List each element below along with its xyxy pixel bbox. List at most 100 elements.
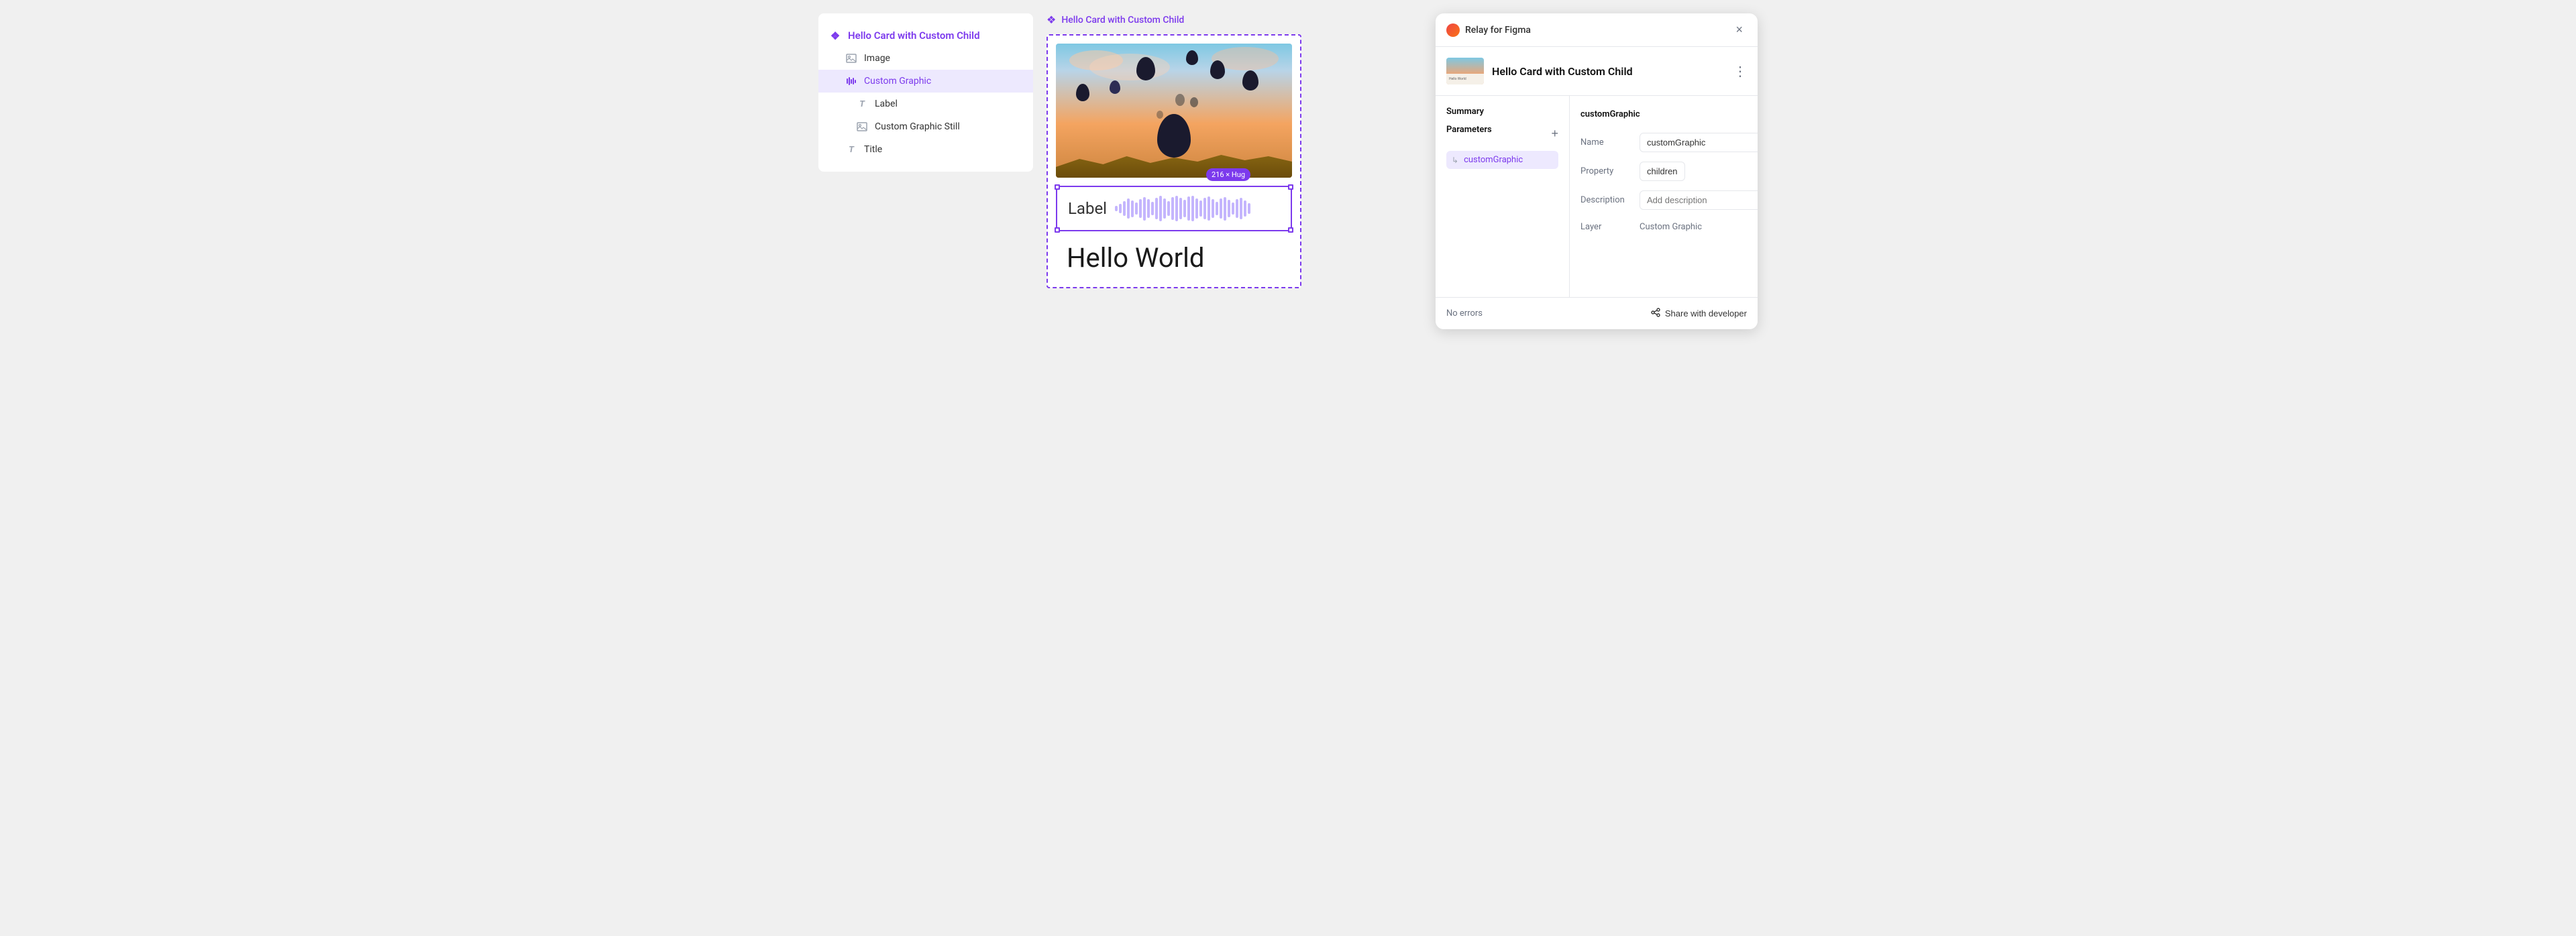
wave-bar — [1248, 203, 1250, 214]
wave-bar — [1159, 196, 1162, 221]
t-icon: T — [856, 98, 868, 110]
name-label: Name — [1580, 137, 1634, 148]
image-still-icon — [856, 121, 868, 133]
hello-world-text: Hello World — [1056, 237, 1292, 279]
size-badge: 216 × Hug — [1206, 168, 1250, 181]
layer-image[interactable]: Image — [818, 47, 1033, 70]
wave-bar — [1216, 202, 1218, 215]
handle-tl — [1055, 184, 1060, 190]
relay-footer: No errors Share with developer — [1436, 297, 1758, 329]
wave-bar — [1224, 197, 1226, 221]
param-item-custom-graphic[interactable]: ↳ customGraphic — [1446, 151, 1558, 169]
property-select-wrapper: children — [1640, 162, 1758, 181]
wave-bar — [1179, 198, 1182, 219]
bars-icon — [845, 75, 857, 87]
relay-left-column: Summary Parameters + ↳ customGraphic — [1436, 96, 1570, 297]
more-button[interactable]: ⋮ — [1733, 63, 1747, 80]
wave-bar — [1236, 199, 1238, 218]
wave-bar — [1119, 204, 1122, 213]
component-header: Hello World Hello Card with Custom Child… — [1436, 47, 1758, 96]
summary-label: Summary — [1446, 107, 1558, 117]
wave-bar — [1167, 201, 1170, 216]
wave-bar — [1199, 200, 1202, 217]
layer-root[interactable]: ❖ Hello Card with Custom Child — [818, 24, 1033, 47]
layer-custom-graphic-still[interactable]: Custom Graphic Still — [818, 115, 1033, 138]
wave-bar — [1131, 200, 1134, 217]
arrow-icon: ↳ — [1452, 156, 1458, 165]
wave-bar — [1139, 199, 1142, 218]
wave-bar — [1203, 198, 1206, 219]
share-label: Share with developer — [1665, 308, 1747, 318]
wave-bar — [1115, 206, 1118, 211]
wave-bar — [1228, 200, 1230, 217]
layer-custom-graphic[interactable]: Custom Graphic — [818, 70, 1033, 93]
wave-bar — [1240, 198, 1242, 219]
relay-header: Relay for Figma × — [1436, 13, 1758, 47]
property-field-row: Property children — [1580, 162, 1758, 181]
component-thumbnail: Hello World — [1446, 58, 1484, 84]
property-select[interactable]: children — [1640, 162, 1685, 181]
param-name-header: customGraphic — [1580, 109, 1640, 119]
no-errors-text: No errors — [1446, 308, 1483, 318]
wave-bar — [1183, 200, 1186, 217]
wave-bar — [1212, 199, 1214, 218]
wave-bar — [1191, 196, 1194, 221]
layer-label[interactable]: T Label — [818, 93, 1033, 115]
wave-bar — [1155, 198, 1158, 219]
param-item-label: customGraphic — [1464, 155, 1523, 165]
parameters-header: Parameters + — [1446, 125, 1558, 143]
diamond-icon: ❖ — [1046, 13, 1056, 26]
label-box: Label 216 × Hug — [1056, 186, 1292, 231]
component-info: Hello Card with Custom Child — [1492, 65, 1733, 78]
share-button[interactable]: Share with developer — [1650, 307, 1747, 320]
close-button[interactable]: × — [1731, 21, 1747, 38]
label-text: Label — [1068, 199, 1107, 218]
wave-bar — [1143, 197, 1146, 221]
add-parameter-button[interactable]: + — [1551, 127, 1558, 141]
wave-bar — [1147, 199, 1150, 218]
canvas-image — [1056, 44, 1292, 178]
parameters-label: Parameters — [1446, 125, 1492, 135]
wave-bar — [1232, 202, 1234, 215]
wave-bar — [1151, 202, 1154, 215]
handle-bl — [1055, 227, 1060, 233]
description-input[interactable] — [1640, 190, 1758, 210]
relay-app-name: Relay for Figma — [1465, 25, 1531, 36]
layer-root-label: Hello Card with Custom Child — [848, 30, 980, 42]
wave-bar — [1135, 202, 1138, 215]
layer-custom-graphic-label: Custom Graphic — [864, 76, 931, 86]
layer-title[interactable]: T Title — [818, 138, 1033, 161]
relay-right-column: customGraphic Name Property ch — [1570, 96, 1758, 297]
wave-bar — [1220, 198, 1222, 219]
relay-body: Summary Parameters + ↳ customGraphic cus… — [1436, 96, 1758, 297]
relay-title: Relay for Figma — [1446, 23, 1531, 37]
layer-label-label: Label — [875, 99, 898, 109]
canvas-title-text: Hello Card with Custom Child — [1061, 15, 1184, 25]
t-title-icon: T — [845, 143, 857, 156]
wave-bar — [1123, 201, 1126, 216]
description-label: Description — [1580, 195, 1634, 205]
wave-bar — [1195, 198, 1198, 219]
layer-label: Layer — [1580, 222, 1634, 232]
description-field-row: Description — [1580, 190, 1758, 210]
name-field-row: Name — [1580, 133, 1758, 152]
share-icon — [1650, 307, 1661, 320]
wave-bar — [1244, 200, 1246, 217]
wave-bar — [1187, 196, 1190, 221]
wave-bar — [1208, 196, 1210, 221]
layer-value: Custom Graphic — [1640, 222, 1754, 232]
wave-bar — [1171, 197, 1174, 220]
waveform — [1115, 195, 1280, 222]
property-label: Property — [1580, 166, 1634, 176]
wave-bar — [1163, 198, 1166, 219]
name-input[interactable] — [1640, 133, 1758, 152]
layer-field-row: Layer Custom Graphic — [1580, 219, 1758, 235]
canvas-panel: ❖ Hello Card with Custom Child — [1046, 13, 1422, 288]
relay-panel: Relay for Figma × Hello World Hello Card… — [1436, 13, 1758, 329]
relay-logo-icon — [1446, 23, 1460, 37]
handle-br — [1288, 227, 1293, 233]
layers-panel: ❖ Hello Card with Custom Child Image — [818, 13, 1033, 172]
layer-title-label: Title — [864, 144, 882, 155]
canvas-frame-title: ❖ Hello Card with Custom Child — [1046, 13, 1184, 26]
wave-bar — [1175, 196, 1178, 221]
